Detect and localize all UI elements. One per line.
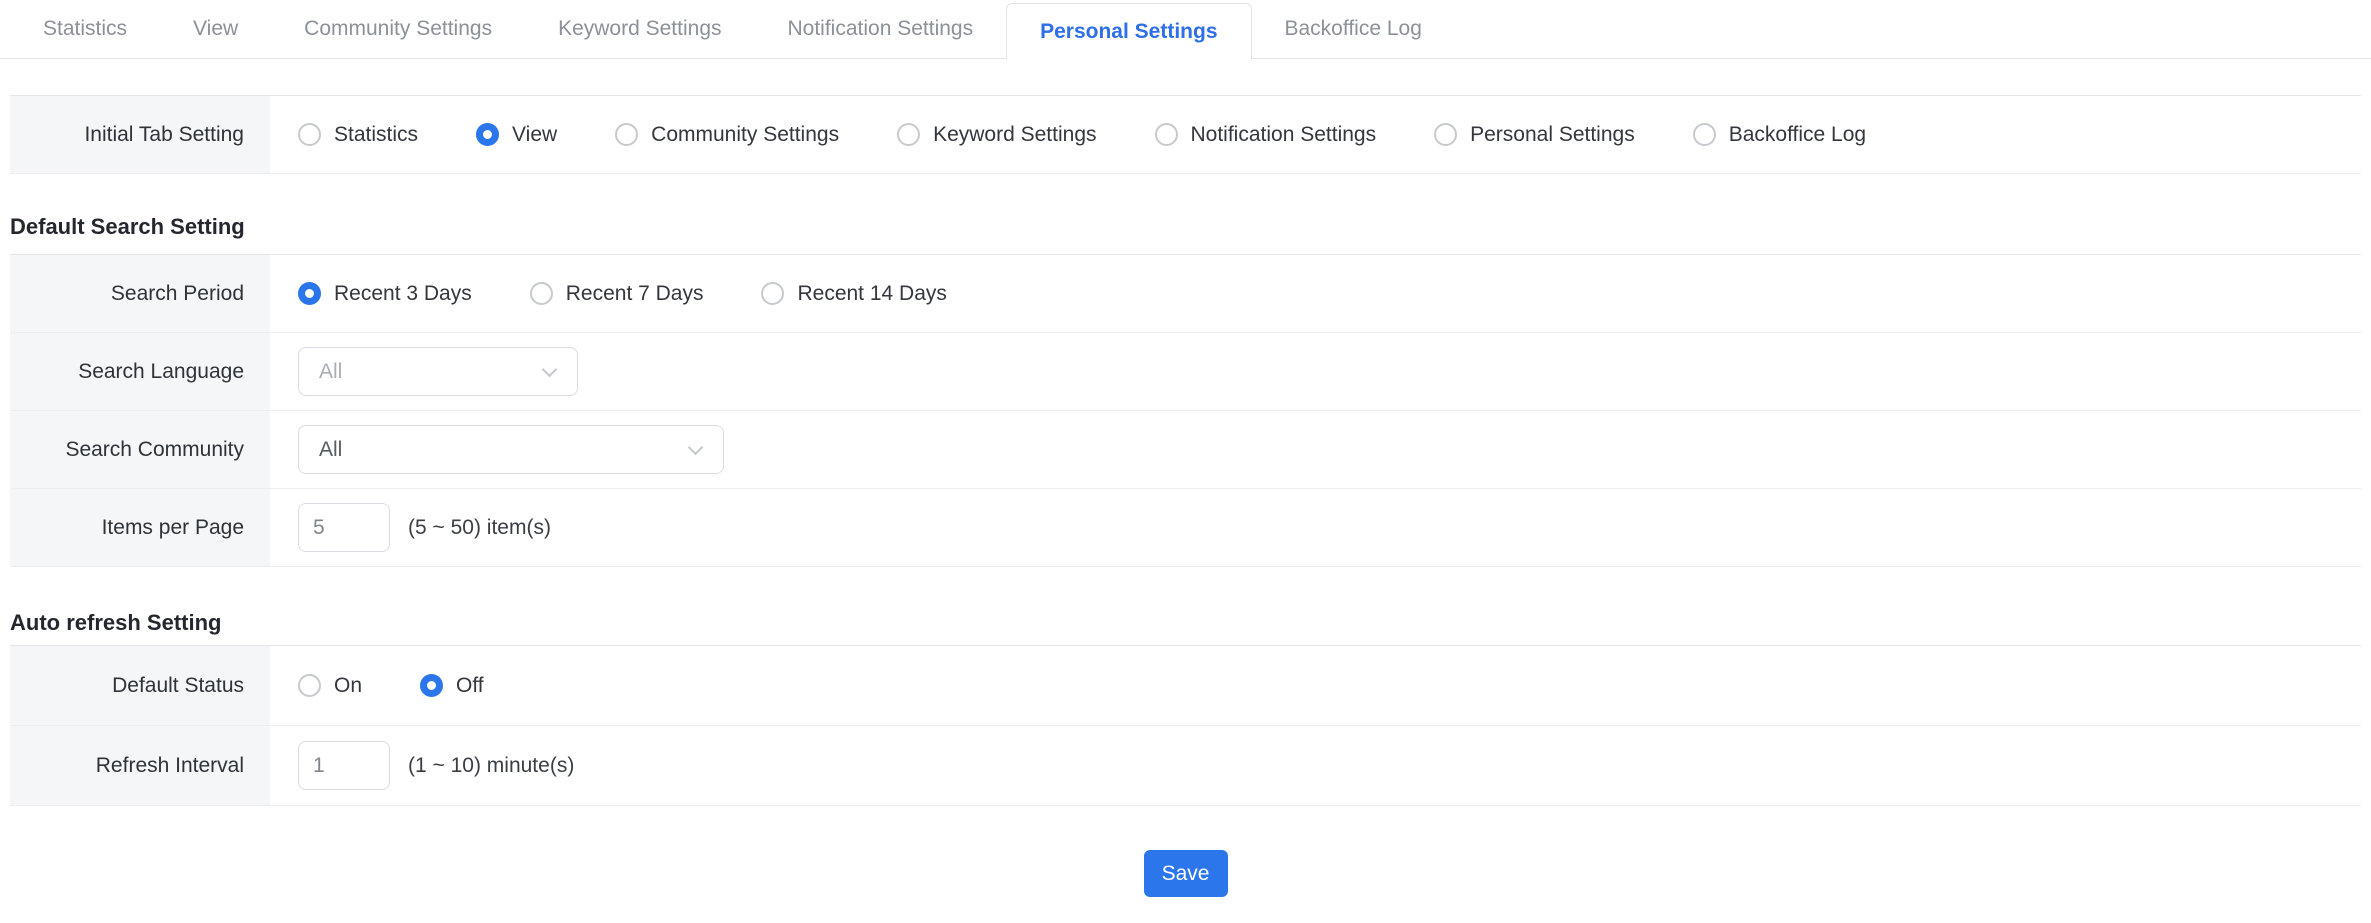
- radio-unselected-icon: [530, 282, 553, 305]
- row-label-search-language: Search Language: [10, 333, 270, 410]
- radio-unselected-icon: [615, 123, 638, 146]
- radio-unselected-icon: [1693, 123, 1716, 146]
- radio-option-on[interactable]: On: [298, 674, 362, 698]
- radio-option-personal-settings[interactable]: Personal Settings: [1434, 123, 1635, 147]
- radio-option-recent-3-days[interactable]: Recent 3 Days: [298, 282, 472, 306]
- row-content: All: [270, 333, 2361, 410]
- radio-option-label: Backoffice Log: [1729, 123, 1866, 147]
- radio-unselected-icon: [298, 123, 321, 146]
- row-label-default-status: Default Status: [10, 646, 270, 725]
- radio-option-label: Keyword Settings: [933, 123, 1096, 147]
- section-title-default-search: Default Search Setting: [10, 214, 2371, 240]
- tab-personal-settings[interactable]: Personal Settings: [1006, 3, 1251, 59]
- radio-selected-icon: [476, 123, 499, 146]
- select-value: All: [319, 360, 342, 384]
- radio-unselected-icon: [298, 674, 321, 697]
- tab-keyword-settings[interactable]: Keyword Settings: [525, 0, 754, 58]
- radio-option-label: Off: [456, 674, 484, 698]
- section-title-auto-refresh: Auto refresh Setting: [10, 610, 2371, 636]
- tab-statistics[interactable]: Statistics: [10, 0, 160, 58]
- settings-row-default-status: Default Status On Off: [10, 646, 2361, 726]
- radio-option-recent-7-days[interactable]: Recent 7 Days: [530, 282, 704, 306]
- settings-row-search-period: Search PeriodRecent 3 DaysRecent 7 DaysR…: [10, 255, 2361, 333]
- radio-option-statistics[interactable]: Statistics: [298, 123, 418, 147]
- radio-unselected-icon: [1434, 123, 1457, 146]
- radio-selected-icon: [420, 674, 443, 697]
- radio-option-label: Personal Settings: [1470, 123, 1635, 147]
- refresh-interval-input[interactable]: [298, 741, 390, 790]
- row-content: On Off: [270, 646, 2361, 725]
- radio-unselected-icon: [1155, 123, 1178, 146]
- search-language-select[interactable]: All: [298, 347, 578, 396]
- settings-row-search-community: Search Community All: [10, 411, 2361, 489]
- radio-unselected-icon: [897, 123, 920, 146]
- row-content: (5 ~ 50) item(s): [270, 489, 2361, 566]
- chevron-down-icon: [542, 362, 558, 378]
- row-content: (1 ~ 10) minute(s): [270, 726, 2361, 805]
- initial-tab-table: Initial Tab Setting Statistics View Communi…: [10, 95, 2361, 174]
- radio-option-label: Recent 7 Days: [566, 282, 704, 306]
- radio-unselected-icon: [761, 282, 784, 305]
- radio-option-label: On: [334, 674, 362, 698]
- settings-row-search-language: Search Language All: [10, 333, 2361, 411]
- settings-row-items-per-page: Items per Page (5 ~ 50) item(s): [10, 489, 2361, 567]
- row-label-search-community: Search Community: [10, 411, 270, 488]
- tab-backoffice-log[interactable]: Backoffice Log: [1252, 0, 1455, 58]
- row-content: Statistics View Community Settings Keyword …: [270, 96, 2361, 173]
- search-community-select[interactable]: All: [298, 425, 724, 474]
- radio-option-label: Community Settings: [651, 123, 839, 147]
- radio-option-recent-14-days[interactable]: Recent 14 Days: [761, 282, 946, 306]
- tab-bar: StatisticsViewCommunity SettingsKeyword …: [0, 0, 2371, 59]
- settings-row-refresh-interval: Refresh Interval (1 ~ 10) minute(s): [10, 726, 2361, 806]
- radio-option-community-settings[interactable]: Community Settings: [615, 123, 839, 147]
- radio-option-off[interactable]: Off: [420, 674, 484, 698]
- input-caption: (5 ~ 50) item(s): [408, 516, 551, 540]
- default-search-table: Search PeriodRecent 3 DaysRecent 7 DaysR…: [10, 254, 2361, 567]
- radio-option-backoffice-log[interactable]: Backoffice Log: [1693, 123, 1866, 147]
- radio-option-label: Statistics: [334, 123, 418, 147]
- radio-option-label: Recent 3 Days: [334, 282, 472, 306]
- row-label-search-period: Search Period: [10, 255, 270, 332]
- row-label-initial-tab-setting: Initial Tab Setting: [10, 96, 270, 173]
- tab-community-settings[interactable]: Community Settings: [271, 0, 525, 58]
- chevron-down-icon: [688, 440, 704, 456]
- select-value: All: [319, 438, 342, 462]
- row-label-refresh-interval: Refresh Interval: [10, 726, 270, 805]
- radio-selected-icon: [298, 282, 321, 305]
- input-caption: (1 ~ 10) minute(s): [408, 754, 574, 778]
- tab-notification-settings[interactable]: Notification Settings: [755, 0, 1007, 58]
- tab-view[interactable]: View: [160, 0, 271, 58]
- radio-option-keyword-settings[interactable]: Keyword Settings: [897, 123, 1096, 147]
- row-content: All: [270, 411, 2361, 488]
- row-content: Recent 3 Days Recent 7 Days Recent 14 Days: [270, 255, 2361, 332]
- row-label-items-per-page: Items per Page: [10, 489, 270, 566]
- footer: Save: [0, 850, 2371, 897]
- radio-option-label: Notification Settings: [1191, 123, 1377, 147]
- radio-option-view[interactable]: View: [476, 123, 557, 147]
- radio-option-label: Recent 14 Days: [797, 282, 946, 306]
- save-button[interactable]: Save: [1144, 850, 1228, 897]
- radio-option-notification-settings[interactable]: Notification Settings: [1155, 123, 1377, 147]
- settings-row-initial-tab-setting: Initial Tab Setting Statistics View Communi…: [10, 96, 2361, 174]
- auto-refresh-table: Default Status On Off Refresh Interval (1 ~ …: [10, 645, 2361, 806]
- items-per-page-input[interactable]: [298, 503, 390, 552]
- radio-option-label: View: [512, 123, 557, 147]
